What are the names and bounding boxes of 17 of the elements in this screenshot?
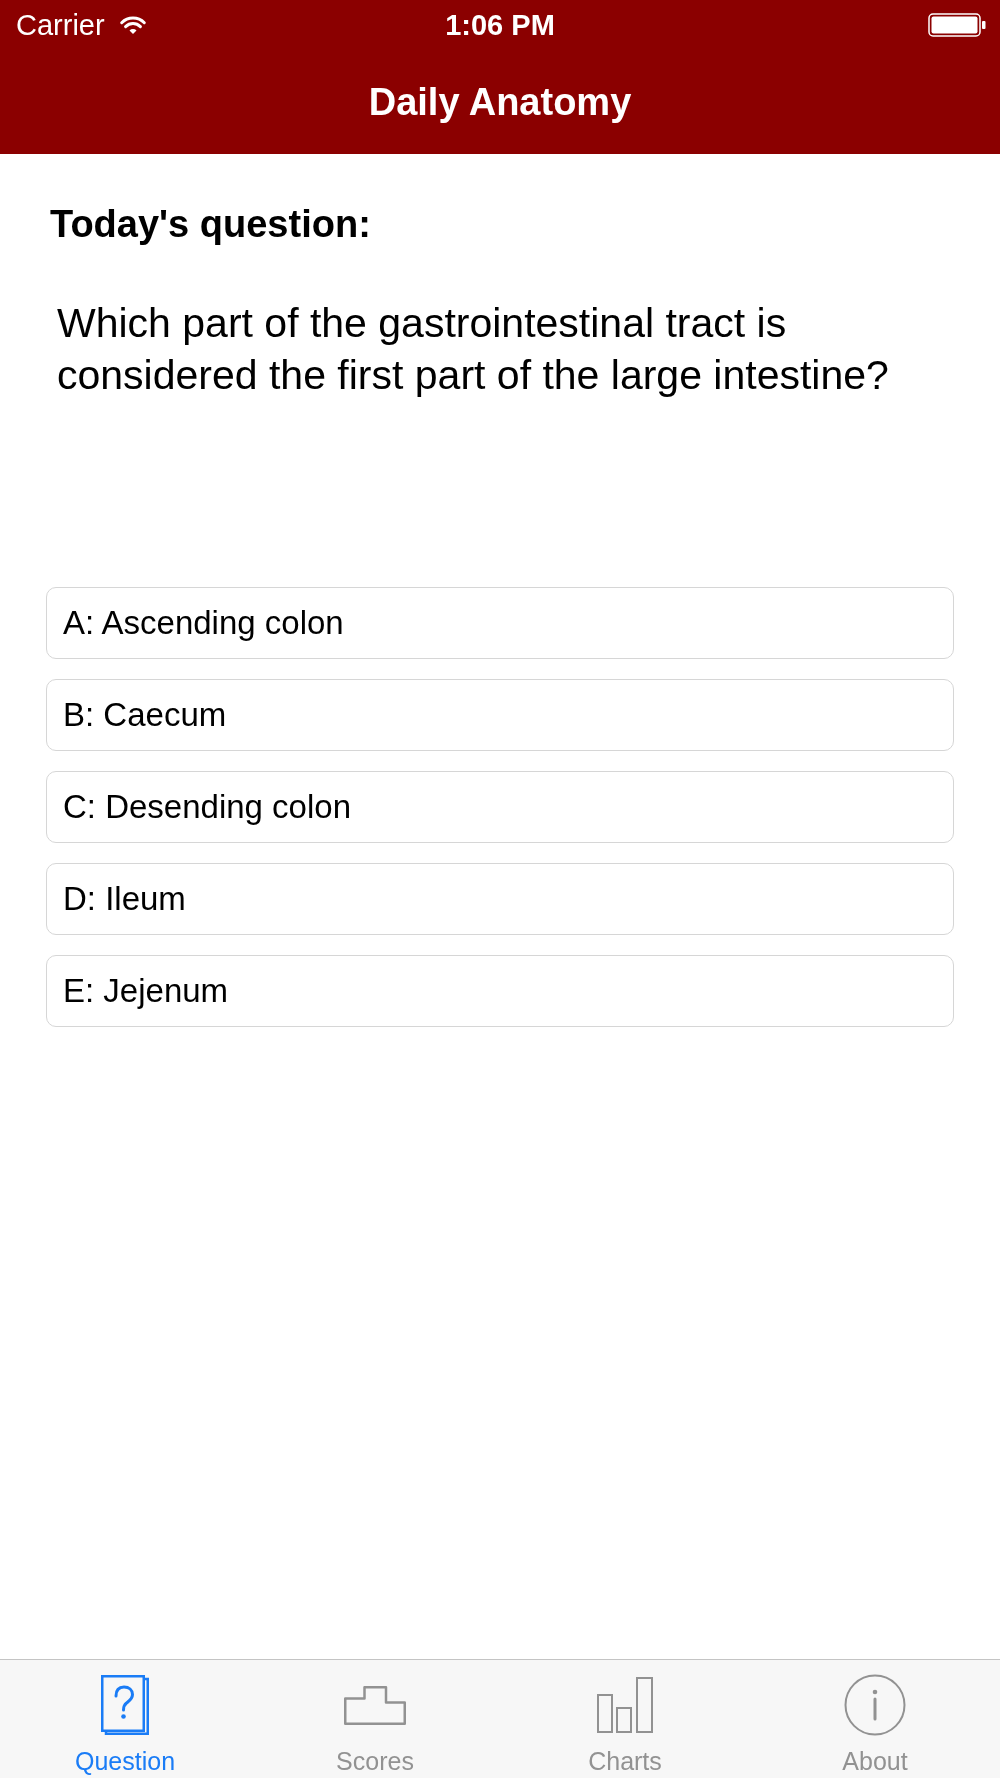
answer-button[interactable]: B: Caecum [46, 679, 954, 751]
bar-chart-icon [597, 1677, 653, 1733]
question-cards-icon [101, 1675, 149, 1735]
answer-button[interactable]: D: Ileum [46, 863, 954, 935]
answer-button[interactable]: C: Desending colon [46, 771, 954, 843]
question-heading: Today's question: [50, 202, 371, 246]
nav-title: Daily Anatomy [368, 80, 632, 125]
wifi-icon [118, 15, 147, 35]
answer-button[interactable]: E: Jejenum [46, 955, 954, 1027]
carrier-name: Carrier [16, 8, 105, 42]
tab-bar-item[interactable]: Question [0, 1660, 250, 1778]
status-time: 1:06 PM [445, 8, 555, 42]
info-icon [844, 1674, 906, 1736]
podium-icon [344, 1685, 406, 1725]
battery-icon [928, 13, 986, 37]
answer-button[interactable]: A: Ascending colon [46, 587, 954, 659]
question-text: Which part of the gastrointestinal tract is considered the first part of the large intestine? [57, 299, 890, 400]
